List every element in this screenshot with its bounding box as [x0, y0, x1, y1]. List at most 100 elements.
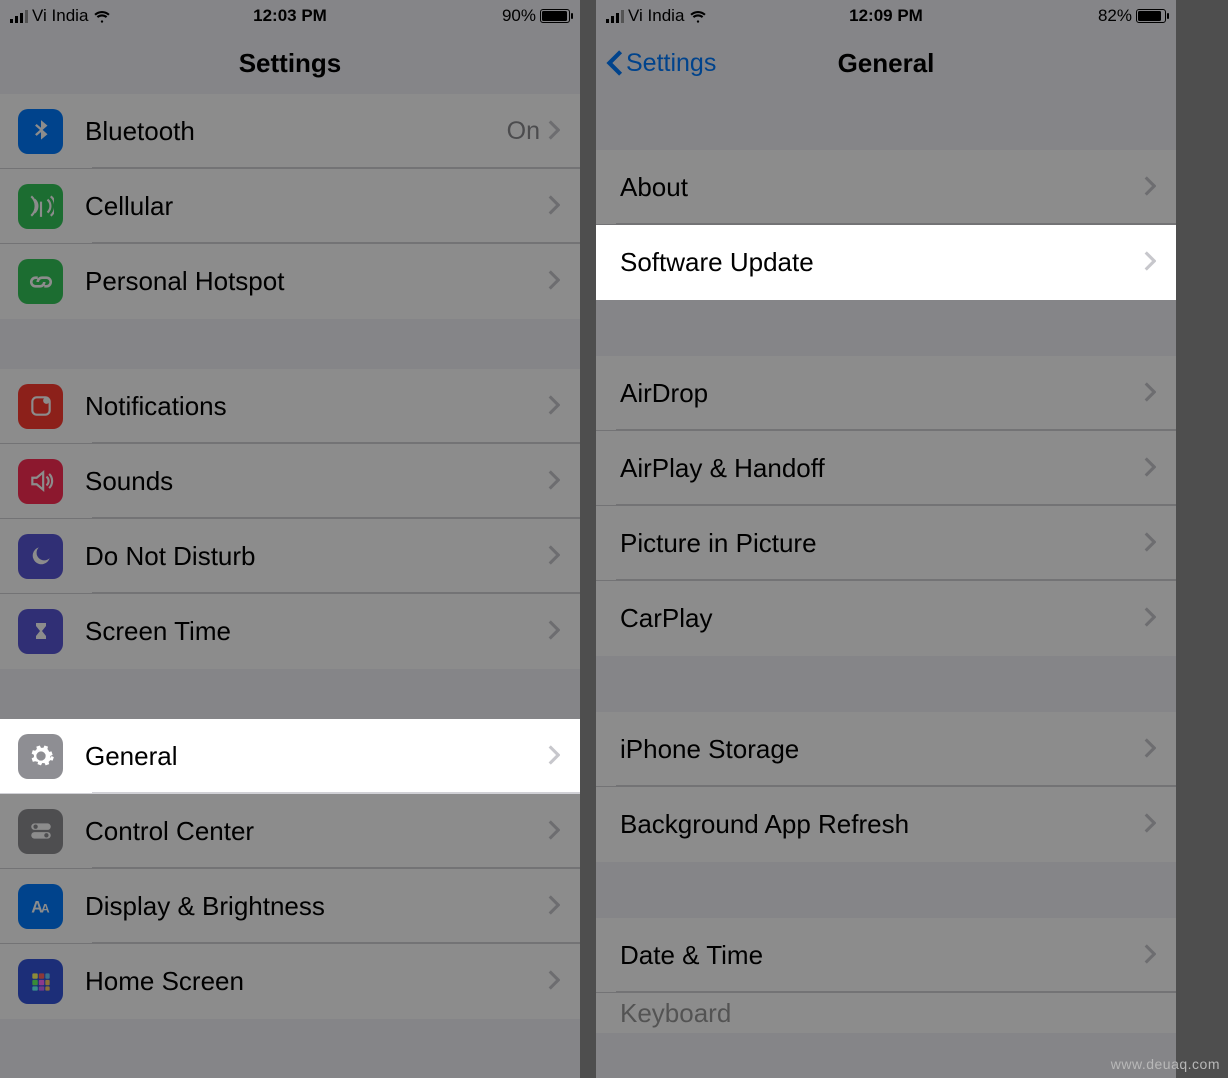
- row-label: Do Not Disturb: [85, 541, 548, 572]
- row-datetime[interactable]: Date & Time: [596, 918, 1176, 993]
- row-carplay[interactable]: CarPlay: [596, 581, 1176, 656]
- clock: 12:03 PM: [0, 6, 580, 26]
- row-cellular[interactable]: Cellular: [0, 169, 580, 244]
- chevron-right-icon: [1144, 528, 1156, 559]
- row-label: Keyboard: [620, 998, 1156, 1029]
- general-group-storage: iPhone Storage Background App Refresh: [596, 712, 1176, 862]
- nav-bar: Settings: [0, 32, 580, 94]
- chevron-right-icon: [548, 191, 560, 222]
- chevron-left-icon: [606, 49, 624, 77]
- general-group-features: AirDrop AirPlay & Handoff Picture in Pic…: [596, 356, 1176, 656]
- battery-icon: [1136, 9, 1166, 23]
- chevron-right-icon: [548, 391, 560, 422]
- chevron-right-icon: [548, 816, 560, 847]
- toggles-icon: [18, 809, 63, 854]
- row-label: AirPlay & Handoff: [620, 453, 1144, 484]
- row-label: Notifications: [85, 391, 548, 422]
- chevron-right-icon: [548, 966, 560, 997]
- row-label: Display & Brightness: [85, 891, 548, 922]
- general-screen: Vi India 12:09 PM 82% Settings General A…: [596, 0, 1176, 1078]
- chevron-right-icon: [1144, 247, 1156, 278]
- antenna-icon: [18, 184, 63, 229]
- chevron-right-icon: [548, 891, 560, 922]
- row-sounds[interactable]: Sounds: [0, 444, 580, 519]
- row-display[interactable]: AA Display & Brightness: [0, 869, 580, 944]
- row-general[interactable]: General: [0, 719, 580, 794]
- group-gap: [596, 94, 1176, 150]
- bluetooth-icon: [18, 109, 63, 154]
- group-gap: [596, 862, 1176, 918]
- row-pip[interactable]: Picture in Picture: [596, 506, 1176, 581]
- row-label: CarPlay: [620, 603, 1144, 634]
- back-label: Settings: [626, 49, 716, 78]
- row-label: Background App Refresh: [620, 809, 1144, 840]
- chevron-right-icon: [1144, 940, 1156, 971]
- row-label: Sounds: [85, 466, 548, 497]
- nav-bar: Settings General: [596, 32, 1176, 94]
- group-gap: [0, 669, 580, 719]
- settings-group-connectivity: Bluetooth On Cellular Personal Hotspot: [0, 94, 580, 319]
- settings-screen: Vi India 12:03 PM 90% Settings Bluetooth…: [0, 0, 580, 1078]
- group-gap: [0, 319, 580, 369]
- page-title: Settings: [0, 48, 580, 79]
- chevron-right-icon: [1144, 378, 1156, 409]
- row-bgrefresh[interactable]: Background App Refresh: [596, 787, 1176, 862]
- back-button[interactable]: Settings: [606, 49, 716, 78]
- row-label: Cellular: [85, 191, 548, 222]
- row-dnd[interactable]: Do Not Disturb: [0, 519, 580, 594]
- row-label: Home Screen: [85, 966, 548, 997]
- textsize-icon: AA: [18, 884, 63, 929]
- row-label: Bluetooth: [85, 116, 507, 147]
- notifications-icon: [18, 384, 63, 429]
- speaker-icon: [18, 459, 63, 504]
- row-value: On: [507, 117, 540, 146]
- row-keyboard[interactable]: Keyboard: [596, 993, 1176, 1033]
- general-group-info: About Software Update: [596, 150, 1176, 300]
- battery-icon: [540, 9, 570, 23]
- settings-group-system: General Control Center AA Display & Brig…: [0, 719, 580, 1019]
- row-bluetooth[interactable]: Bluetooth On: [0, 94, 580, 169]
- status-bar: Vi India 12:03 PM 90%: [0, 0, 580, 32]
- row-label: About: [620, 172, 1144, 203]
- row-label: Picture in Picture: [620, 528, 1144, 559]
- row-label: Control Center: [85, 816, 548, 847]
- row-notifications[interactable]: Notifications: [0, 369, 580, 444]
- general-group-datetime: Date & Time Keyboard: [596, 918, 1176, 1033]
- row-software-update[interactable]: Software Update: [596, 225, 1176, 300]
- group-gap: [596, 656, 1176, 712]
- link-icon: [18, 259, 63, 304]
- row-label: General: [85, 741, 548, 772]
- chevron-right-icon: [1144, 734, 1156, 765]
- row-controlcenter[interactable]: Control Center: [0, 794, 580, 869]
- row-label: AirDrop: [620, 378, 1144, 409]
- grid-icon: [18, 959, 63, 1004]
- chevron-right-icon: [548, 466, 560, 497]
- row-label: Date & Time: [620, 940, 1144, 971]
- chevron-right-icon: [1144, 603, 1156, 634]
- chevron-right-icon: [548, 541, 560, 572]
- row-airplay[interactable]: AirPlay & Handoff: [596, 431, 1176, 506]
- row-label: Personal Hotspot: [85, 266, 548, 297]
- clock: 12:09 PM: [596, 6, 1176, 26]
- row-homescreen[interactable]: Home Screen: [0, 944, 580, 1019]
- chevron-right-icon: [1144, 453, 1156, 484]
- chevron-right-icon: [548, 266, 560, 297]
- row-screentime[interactable]: Screen Time: [0, 594, 580, 669]
- row-label: iPhone Storage: [620, 734, 1144, 765]
- chevron-right-icon: [548, 741, 560, 772]
- status-bar: Vi India 12:09 PM 82%: [596, 0, 1176, 32]
- watermark: www.deuaq.com: [1111, 1056, 1220, 1072]
- row-hotspot[interactable]: Personal Hotspot: [0, 244, 580, 319]
- hourglass-icon: [18, 609, 63, 654]
- settings-group-alerts: Notifications Sounds Do Not Disturb: [0, 369, 580, 669]
- chevron-right-icon: [1144, 809, 1156, 840]
- chevron-right-icon: [548, 116, 560, 147]
- row-label: Software Update: [620, 247, 1144, 278]
- row-label: Screen Time: [85, 616, 548, 647]
- row-about[interactable]: About: [596, 150, 1176, 225]
- row-airdrop[interactable]: AirDrop: [596, 356, 1176, 431]
- row-storage[interactable]: iPhone Storage: [596, 712, 1176, 787]
- chevron-right-icon: [548, 616, 560, 647]
- group-gap: [596, 300, 1176, 356]
- moon-icon: [18, 534, 63, 579]
